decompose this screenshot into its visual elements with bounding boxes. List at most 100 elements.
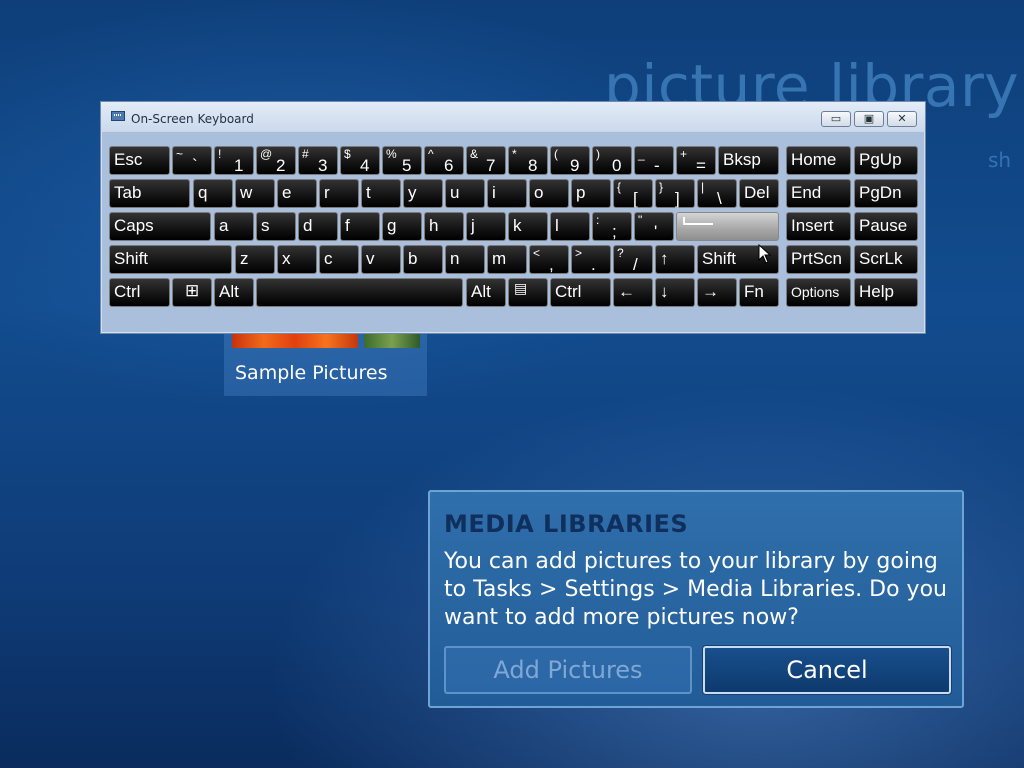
key-insert[interactable]: Insert (786, 212, 851, 241)
cancel-button[interactable]: Cancel (703, 646, 951, 694)
key-s[interactable]: s (256, 212, 296, 241)
key-options[interactable]: Options (786, 278, 851, 307)
key-label: ↓ (660, 282, 669, 301)
key-q[interactable]: q (193, 179, 233, 208)
key-menu[interactable]: ▤ (508, 278, 548, 307)
key-right-arrow[interactable]: → (697, 278, 737, 307)
key-a[interactable]: a (214, 212, 254, 241)
key-comma[interactable]: <, (529, 245, 569, 274)
key-8[interactable]: * 8 (508, 146, 548, 175)
key-0[interactable]: ) 0 (592, 146, 632, 175)
key-m[interactable]: m (487, 245, 527, 274)
key-1[interactable]: ! 1 (214, 146, 254, 175)
key-k[interactable]: k (508, 212, 548, 241)
key-label: - (654, 156, 660, 175)
key-p[interactable]: p (571, 179, 611, 208)
key-6[interactable]: ^ 6 (424, 146, 464, 175)
key-g[interactable]: g (382, 212, 422, 241)
key-del[interactable]: Del (739, 179, 779, 208)
key-shift-label: > (575, 246, 583, 260)
osk-titlebar[interactable]: On-Screen Keyboard ▭ ▣ ✕ (101, 102, 925, 132)
key-prtscn[interactable]: PrtScn (786, 245, 851, 274)
key-z[interactable]: z (235, 245, 275, 274)
key-label: w (240, 183, 253, 202)
key-home[interactable]: Home (786, 146, 851, 175)
key-h[interactable]: h (424, 212, 464, 241)
key-windows[interactable]: ⊞ (172, 278, 212, 307)
key-label: ← (618, 282, 635, 301)
key-3[interactable]: #3 (298, 146, 338, 175)
key-caps[interactable]: Caps (109, 212, 211, 241)
key-enter[interactable] (676, 212, 779, 241)
key-w[interactable]: w (235, 179, 275, 208)
key-pause[interactable]: Pause (854, 212, 918, 241)
key-right-bracket[interactable]: }] (655, 179, 695, 208)
key-c[interactable]: c (319, 245, 359, 274)
key-tilde[interactable]: ~ ` (172, 146, 212, 175)
key-y[interactable]: y (403, 179, 443, 208)
restore-button[interactable]: ▣ (854, 111, 884, 127)
key-x[interactable]: x (277, 245, 317, 274)
key-alt[interactable]: Alt (214, 278, 254, 307)
key-left-arrow[interactable]: ← (613, 278, 653, 307)
key-f[interactable]: f (340, 212, 380, 241)
key-left-bracket[interactable]: {[ (613, 179, 653, 208)
key-label: y (408, 183, 417, 202)
key-n[interactable]: n (445, 245, 485, 274)
key-period[interactable]: >. (571, 245, 611, 274)
key-shift-label: ? (617, 246, 624, 260)
key-equals[interactable]: + = (676, 146, 716, 175)
key-pgdn[interactable]: PgDn (854, 179, 918, 208)
key-shift[interactable]: Shift (109, 245, 232, 274)
key-label: Insert (791, 216, 834, 235)
key-end[interactable]: End (786, 179, 851, 208)
key-tab[interactable]: Tab (109, 179, 190, 208)
key-quote[interactable]: " ' (634, 212, 674, 241)
key-t[interactable]: t (361, 179, 401, 208)
key-i[interactable]: i (487, 179, 527, 208)
key-label: Home (791, 150, 837, 169)
key-7[interactable]: & 7 (466, 146, 506, 175)
key-label: → (702, 282, 719, 301)
key-semicolon[interactable]: :; (592, 212, 632, 241)
key-v[interactable]: v (361, 245, 401, 274)
key-9[interactable]: (9 (550, 146, 590, 175)
minimize-button[interactable]: ▭ (821, 111, 851, 127)
key-backslash[interactable]: | \ (697, 179, 737, 208)
key-u[interactable]: u (445, 179, 485, 208)
key-r[interactable]: r (319, 179, 359, 208)
key-minus[interactable]: _ - (634, 146, 674, 175)
key-slash[interactable]: ? / (613, 245, 653, 274)
key-5[interactable]: % 5 (382, 146, 422, 175)
key-down-arrow[interactable]: ↓ (655, 278, 695, 307)
key-o[interactable]: o (529, 179, 569, 208)
key-j[interactable]: j (466, 212, 506, 241)
key-label: d (303, 216, 313, 235)
key-d[interactable]: d (298, 212, 338, 241)
key-l[interactable]: l (550, 212, 590, 241)
key-fn[interactable]: Fn (739, 278, 779, 307)
key-help[interactable]: Help (854, 278, 918, 307)
key-ctrl[interactable]: Ctrl (109, 278, 170, 307)
key-scrlk[interactable]: ScrLk (854, 245, 918, 274)
add-pictures-button[interactable]: Add Pictures (444, 646, 692, 694)
key-space[interactable] (256, 278, 463, 307)
key-up-arrow[interactable]: ↑ (655, 245, 695, 274)
key-2[interactable]: @2 (256, 146, 296, 175)
key-label: r (324, 183, 330, 202)
key-label: Help (859, 282, 894, 301)
key-ctrl[interactable]: Ctrl (550, 278, 611, 307)
key-b[interactable]: b (403, 245, 443, 274)
key-alt[interactable]: Alt (466, 278, 506, 307)
key-label: ↑ (660, 249, 669, 268)
key-4[interactable]: $4 (340, 146, 380, 175)
enter-arrow-icon (683, 217, 713, 225)
key-label: e (282, 183, 292, 202)
key-pgup[interactable]: PgUp (854, 146, 918, 175)
key-shift-label: + (680, 147, 688, 161)
key-shift-label: | (701, 180, 705, 194)
key-bksp[interactable]: Bksp (718, 146, 779, 175)
close-button[interactable]: ✕ (887, 111, 917, 127)
key-e[interactable]: e (277, 179, 317, 208)
key-esc[interactable]: Esc (109, 146, 170, 175)
